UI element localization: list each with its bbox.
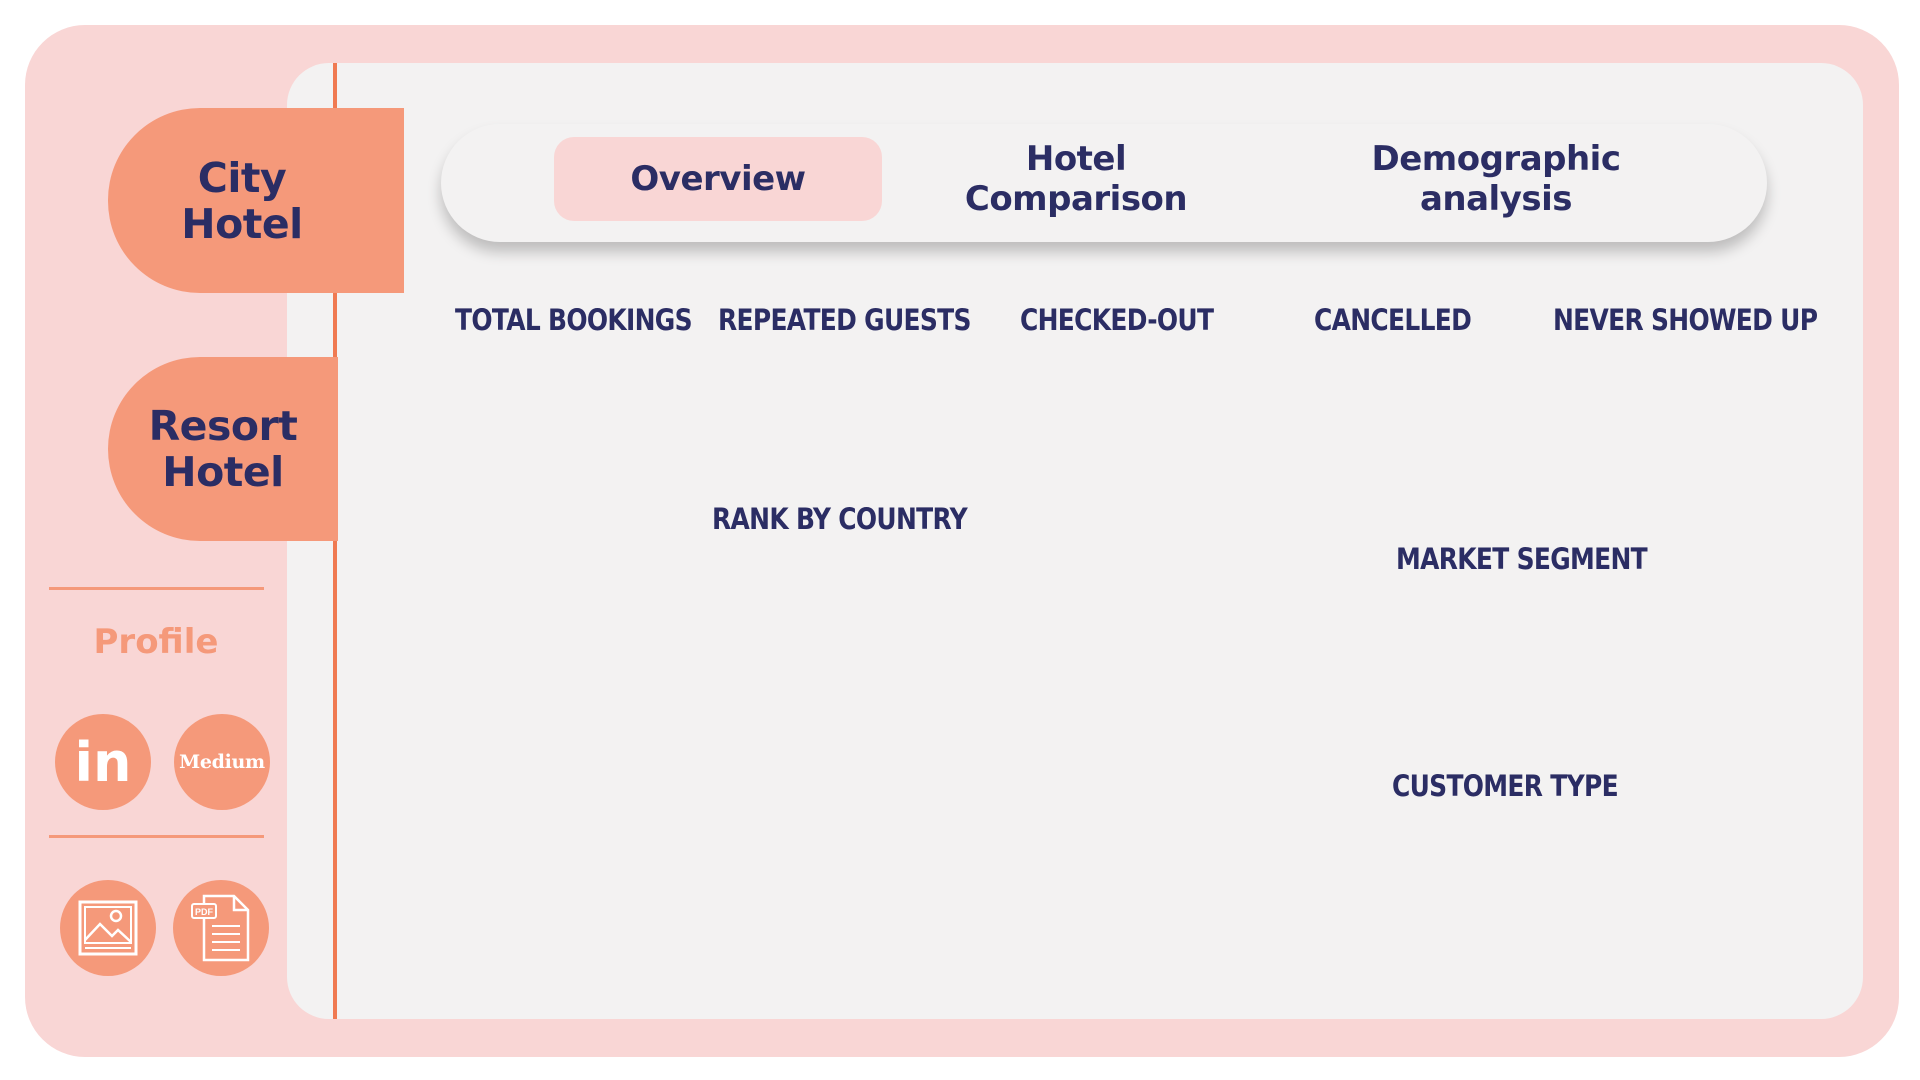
rank-by-country-title: RANK BY COUNTRY <box>712 502 968 536</box>
export-pdf-button[interactable]: PDF <box>173 880 269 976</box>
pdf-badge: PDF <box>195 907 214 917</box>
market-segment-title: MARKET SEGMENT <box>1396 542 1648 576</box>
city-hotel-button[interactable]: City Hotel <box>108 108 404 293</box>
image-icon <box>78 900 138 956</box>
linkedin-icon: in <box>74 730 132 794</box>
tab-hotel-comparison[interactable]: Hotel Comparison <box>881 134 1271 224</box>
kpi-never-showed-up: NEVER SHOWED UP <box>1553 303 1818 337</box>
sidebar-divider <box>49 835 264 838</box>
customer-type-title: CUSTOMER TYPE <box>1392 769 1619 803</box>
tab-demographic-analysis[interactable]: Demographic analysis <box>1261 134 1731 224</box>
resort-hotel-label: Resort Hotel <box>148 402 298 496</box>
tab-overview[interactable]: Overview <box>554 137 882 221</box>
kpi-total-bookings: TOTAL BOOKINGS <box>455 303 693 337</box>
city-hotel-label: City Hotel <box>181 153 303 248</box>
medium-button[interactable]: Medium <box>174 714 270 810</box>
kpi-checked-out: CHECKED-OUT <box>1020 303 1214 337</box>
profile-label: Profile <box>93 622 219 662</box>
kpi-repeated-guests: REPEATED GUESTS <box>718 303 971 337</box>
resort-hotel-button[interactable]: Resort Hotel <box>108 357 338 541</box>
medium-icon: Medium <box>179 751 265 773</box>
export-image-button[interactable] <box>60 880 156 976</box>
linkedin-button[interactable]: in <box>55 714 151 810</box>
kpi-cancelled: CANCELLED <box>1314 303 1472 337</box>
sidebar-divider <box>49 587 264 590</box>
pdf-file-icon: PDF <box>191 894 250 962</box>
tab-bar: Overview Hotel Comparison Demographic an… <box>441 124 1767 242</box>
